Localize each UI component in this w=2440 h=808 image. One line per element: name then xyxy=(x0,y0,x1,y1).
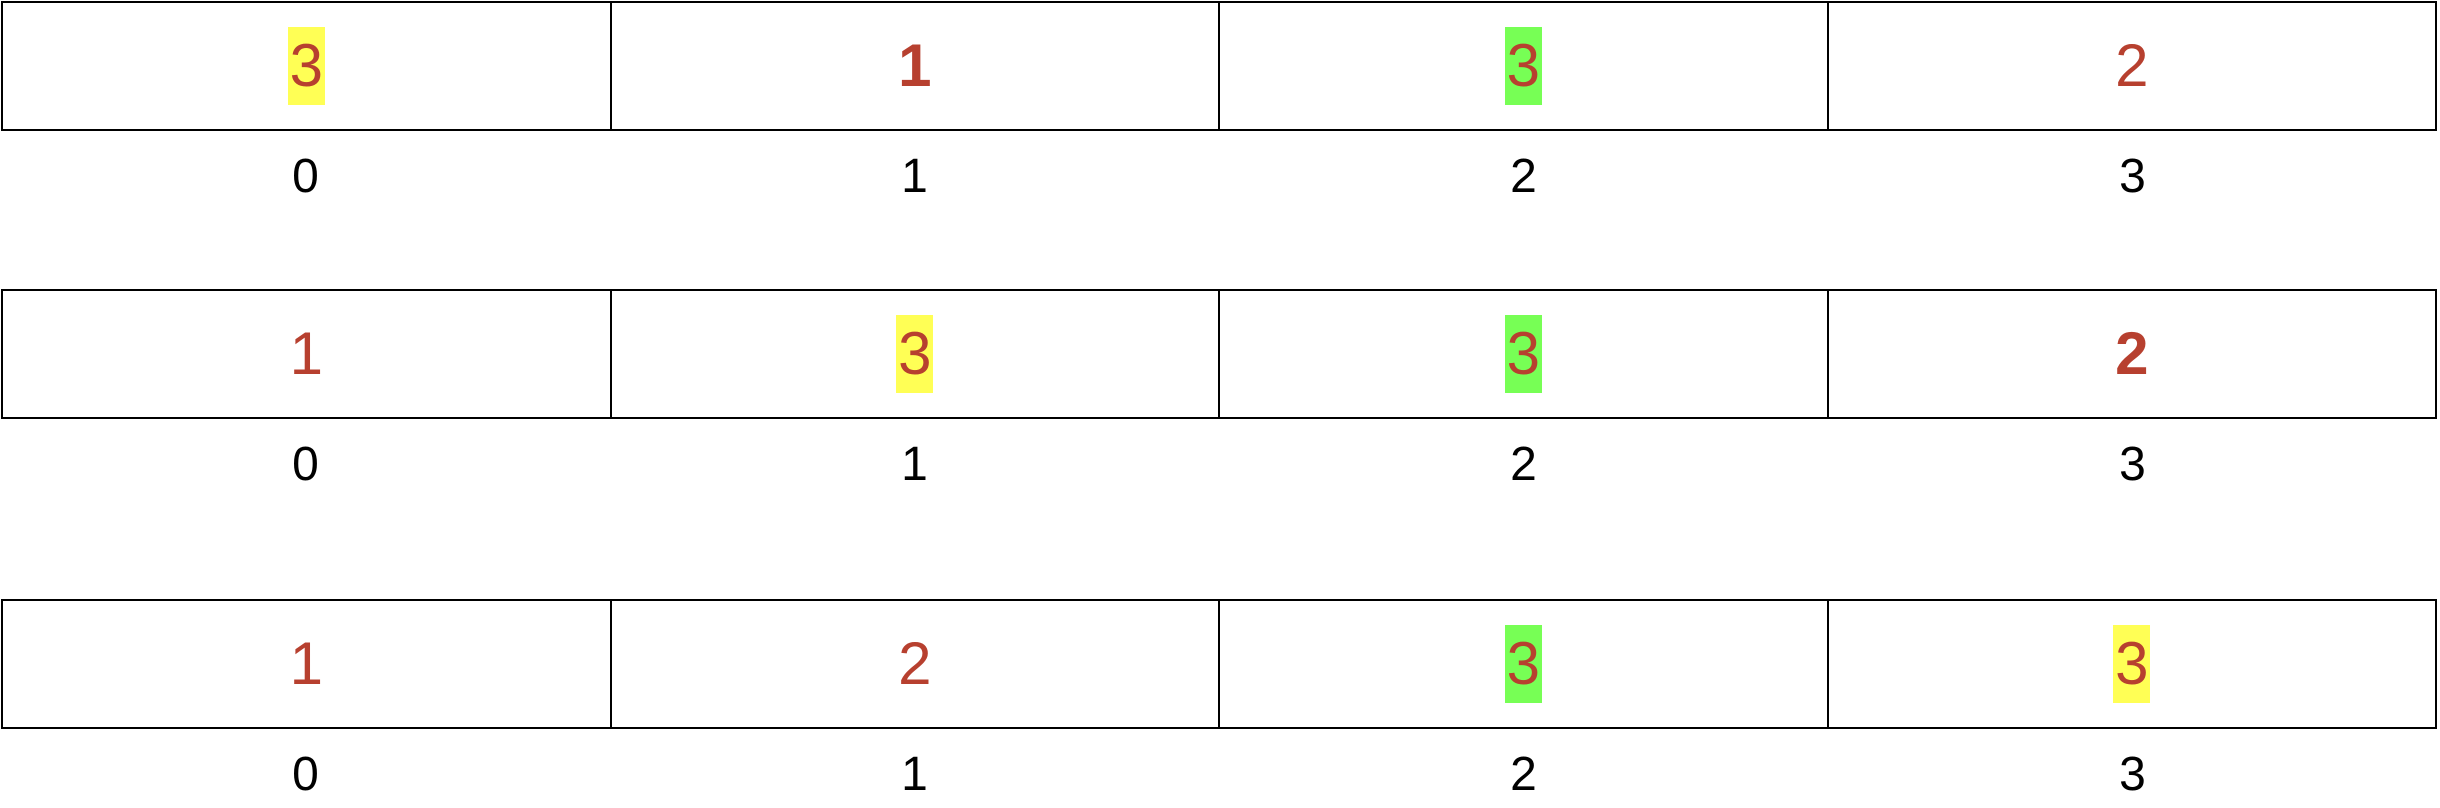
cell-value: 1 xyxy=(289,630,323,697)
index-label: 0 xyxy=(292,438,319,491)
array-cell: 3 xyxy=(1218,601,1827,727)
cell-value: 3 xyxy=(1504,315,1542,393)
array-cell: 1 xyxy=(609,3,1219,129)
index-label: 1 xyxy=(901,438,928,491)
index-label: 0 xyxy=(292,150,319,203)
index-label: 3 xyxy=(2119,748,2146,801)
index-row-1: 0 1 2 3 xyxy=(1,147,2437,207)
cell-value: 3 xyxy=(2113,625,2151,703)
cell-value: 2 xyxy=(2115,320,2149,387)
index-label: 0 xyxy=(292,748,319,801)
index-label: 2 xyxy=(1510,748,1537,801)
array-cell: 1 xyxy=(3,601,610,727)
cell-value: 1 xyxy=(898,32,932,99)
array-cell: 2 xyxy=(1826,291,2436,417)
index-label: 2 xyxy=(1510,438,1537,491)
array-cell: 3 xyxy=(609,291,1219,417)
index-label: 3 xyxy=(2119,150,2146,203)
cell-value: 1 xyxy=(289,320,323,387)
array-cell: 3 xyxy=(3,3,610,129)
cell-value: 3 xyxy=(1504,27,1542,105)
array-cell: 2 xyxy=(1826,3,2436,129)
index-label: 1 xyxy=(901,748,928,801)
index-label: 2 xyxy=(1510,150,1537,203)
cell-value: 3 xyxy=(1504,625,1542,703)
index-row-2: 0 1 2 3 xyxy=(1,435,2437,495)
cell-value: 3 xyxy=(896,315,934,393)
array-cell: 3 xyxy=(1218,291,1827,417)
array-row-1: 3 1 3 2 xyxy=(1,1,2437,131)
array-cell: 2 xyxy=(609,601,1219,727)
array-cell: 1 xyxy=(3,291,610,417)
cell-value: 2 xyxy=(2115,32,2149,99)
array-cell: 3 xyxy=(1218,3,1827,129)
index-label: 1 xyxy=(901,150,928,203)
index-label: 3 xyxy=(2119,438,2146,491)
index-row-3: 0 1 2 3 xyxy=(1,745,2437,805)
array-row-3: 1 2 3 3 xyxy=(1,599,2437,729)
array-cell: 3 xyxy=(1826,601,2436,727)
cell-value: 2 xyxy=(898,630,932,697)
array-row-2: 1 3 3 2 xyxy=(1,289,2437,419)
cell-value: 3 xyxy=(287,27,325,105)
